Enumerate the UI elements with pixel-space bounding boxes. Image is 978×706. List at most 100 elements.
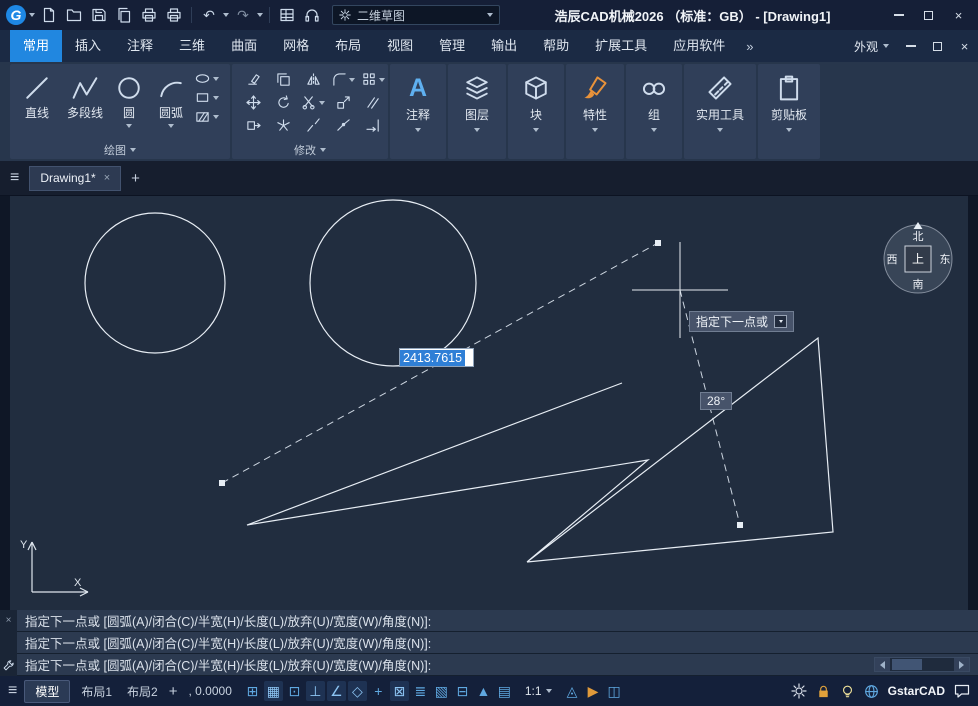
scrollbar-thumb[interactable] xyxy=(892,659,922,670)
workspace-icon[interactable]: ▤ xyxy=(495,681,514,701)
save-button[interactable] xyxy=(88,4,110,26)
circle-button[interactable]: 圆 xyxy=(111,68,147,141)
selection-cycling-icon[interactable]: ⊟ xyxy=(453,681,472,701)
hardware-acceleration-icon[interactable]: ▶ xyxy=(584,681,603,701)
undo-button[interactable]: ↶ xyxy=(198,4,220,26)
dynamic-input-field[interactable]: 2413.7615 xyxy=(399,348,474,367)
tab-express-tools[interactable]: 扩展工具 xyxy=(582,30,660,62)
explode-button[interactable] xyxy=(269,115,297,136)
layers-button[interactable]: 图层 xyxy=(448,64,506,159)
command-close-icon[interactable]: × xyxy=(6,615,12,626)
chat-icon[interactable] xyxy=(954,683,970,699)
compass-west-label[interactable]: 西 xyxy=(887,254,898,266)
support-button[interactable] xyxy=(301,4,323,26)
circle-entity-1[interactable] xyxy=(85,213,225,353)
stretch-button[interactable] xyxy=(239,115,267,136)
document-tab-close-icon[interactable]: × xyxy=(104,172,110,184)
redo-button[interactable]: ↷ xyxy=(232,4,254,26)
settings-gear-icon[interactable] xyxy=(791,683,807,699)
app-logo-icon[interactable]: G xyxy=(6,5,26,25)
maximize-button[interactable] xyxy=(915,5,942,26)
annotation-visibility-icon[interactable]: ▲ xyxy=(474,681,493,701)
scale-button[interactable] xyxy=(329,92,357,113)
tab-manage[interactable]: 管理 xyxy=(426,30,478,62)
drawing-canvas[interactable]: 北 西 东 南 上 Y X 2413.7615 指定下一点或 28° xyxy=(10,196,968,610)
infer-constraints-icon[interactable]: ⊡ xyxy=(285,681,304,701)
arc-button[interactable]: 圆弧 xyxy=(149,68,193,141)
trim-button[interactable] xyxy=(299,92,327,113)
lock-icon[interactable] xyxy=(816,684,831,699)
fillet-button[interactable] xyxy=(329,69,357,90)
object-snap-icon[interactable]: ◇ xyxy=(348,681,367,701)
minimize-button[interactable] xyxy=(885,5,912,26)
tab-mesh[interactable]: 网格 xyxy=(270,30,322,62)
extend-button[interactable] xyxy=(359,115,387,136)
mirror-button[interactable] xyxy=(299,69,327,90)
ortho-mode-icon[interactable]: ⊥ xyxy=(306,681,325,701)
compass-south-label[interactable]: 南 xyxy=(913,278,924,291)
scroll-right-button[interactable] xyxy=(954,658,969,671)
grip-point[interactable] xyxy=(219,480,225,486)
command-scrollbar[interactable] xyxy=(874,657,970,672)
plot-preview-button[interactable] xyxy=(163,4,185,26)
appearance-menu[interactable]: 外观 xyxy=(854,38,889,55)
doc-menu-icon[interactable]: ≡ xyxy=(10,169,19,187)
scroll-left-button[interactable] xyxy=(875,658,890,671)
annotation-monitor-icon[interactable]: ◬ xyxy=(563,681,582,701)
tab-view[interactable]: 视图 xyxy=(374,30,426,62)
tab-help[interactable]: 帮助 xyxy=(530,30,582,62)
lineweight-icon[interactable]: ≣ xyxy=(411,681,430,701)
dynamic-input-icon[interactable]: ⊠ xyxy=(390,681,409,701)
draw-panel-footer[interactable]: 绘图 xyxy=(10,142,230,158)
ellipse-button[interactable] xyxy=(195,71,219,86)
utilities-button[interactable]: 实用工具 xyxy=(684,64,756,159)
doc-minimize-button[interactable] xyxy=(897,36,924,57)
copy-button[interactable] xyxy=(269,69,297,90)
status-menu-icon[interactable]: ≡ xyxy=(8,682,17,700)
clipboard-button[interactable]: 剪贴板 xyxy=(758,64,820,159)
properties-button[interactable]: 特性 xyxy=(566,64,624,159)
lightbulb-icon[interactable] xyxy=(840,684,855,699)
document-tab[interactable]: Drawing1* × xyxy=(29,166,121,191)
polyline-button[interactable]: 多段线 xyxy=(61,68,109,141)
doc-close-button[interactable]: × xyxy=(951,36,978,57)
new-document-tab-button[interactable]: + xyxy=(131,170,140,187)
tab-output[interactable]: 输出 xyxy=(478,30,530,62)
tab-annotate[interactable]: 注释 xyxy=(114,30,166,62)
grid-display-icon[interactable]: ▦ xyxy=(264,681,283,701)
model-tab[interactable]: 模型 xyxy=(24,680,70,703)
view-compass[interactable]: 北 西 东 南 上 xyxy=(884,222,952,293)
offset-button[interactable] xyxy=(359,92,387,113)
command-prompt-line[interactable]: 指定下一点或 [圆弧(A)/闭合(C)/半宽(H)/长度(L)/放弃(U)/宽度… xyxy=(17,654,978,675)
line-button[interactable]: 直线 xyxy=(15,68,59,141)
plot-button[interactable] xyxy=(138,4,160,26)
undo-caret-icon[interactable] xyxy=(223,13,229,17)
tab-home[interactable]: 常用 xyxy=(10,30,62,62)
workspace-selector[interactable]: 二维草图 xyxy=(332,5,500,25)
hatch-button[interactable] xyxy=(195,109,219,124)
doc-restore-button[interactable] xyxy=(924,36,951,57)
array-button[interactable] xyxy=(359,69,387,90)
erase-button[interactable] xyxy=(239,69,267,90)
app-menu-caret-icon[interactable] xyxy=(29,13,35,17)
grip-point[interactable] xyxy=(655,240,661,246)
tab-overflow-icon[interactable]: » xyxy=(738,39,761,54)
move-button[interactable] xyxy=(239,92,267,113)
redo-caret-icon[interactable] xyxy=(257,13,263,17)
tab-applications[interactable]: 应用软件 xyxy=(660,30,738,62)
snap-mode-icon[interactable]: ⊞ xyxy=(243,681,262,701)
globe-icon[interactable] xyxy=(864,684,879,699)
compass-north-label[interactable]: 北 xyxy=(913,230,924,243)
annotate-button[interactable]: A 注释 xyxy=(390,64,446,159)
snap-tracking-icon[interactable]: + xyxy=(369,681,388,701)
circle-entity-2[interactable] xyxy=(310,200,476,366)
tab-3d[interactable]: 三维 xyxy=(166,30,218,62)
layout2-tab[interactable]: 布局2 xyxy=(123,681,162,702)
polar-tracking-icon[interactable]: ∠ xyxy=(327,681,346,701)
command-customize-wrench-icon[interactable] xyxy=(3,659,15,671)
annotation-scale-control[interactable]: 1:1 xyxy=(525,684,552,698)
new-layout-button[interactable]: + xyxy=(169,683,178,700)
block-button[interactable]: 块 xyxy=(508,64,564,159)
layout1-tab[interactable]: 布局1 xyxy=(77,681,116,702)
transparency-icon[interactable]: ▧ xyxy=(432,681,451,701)
